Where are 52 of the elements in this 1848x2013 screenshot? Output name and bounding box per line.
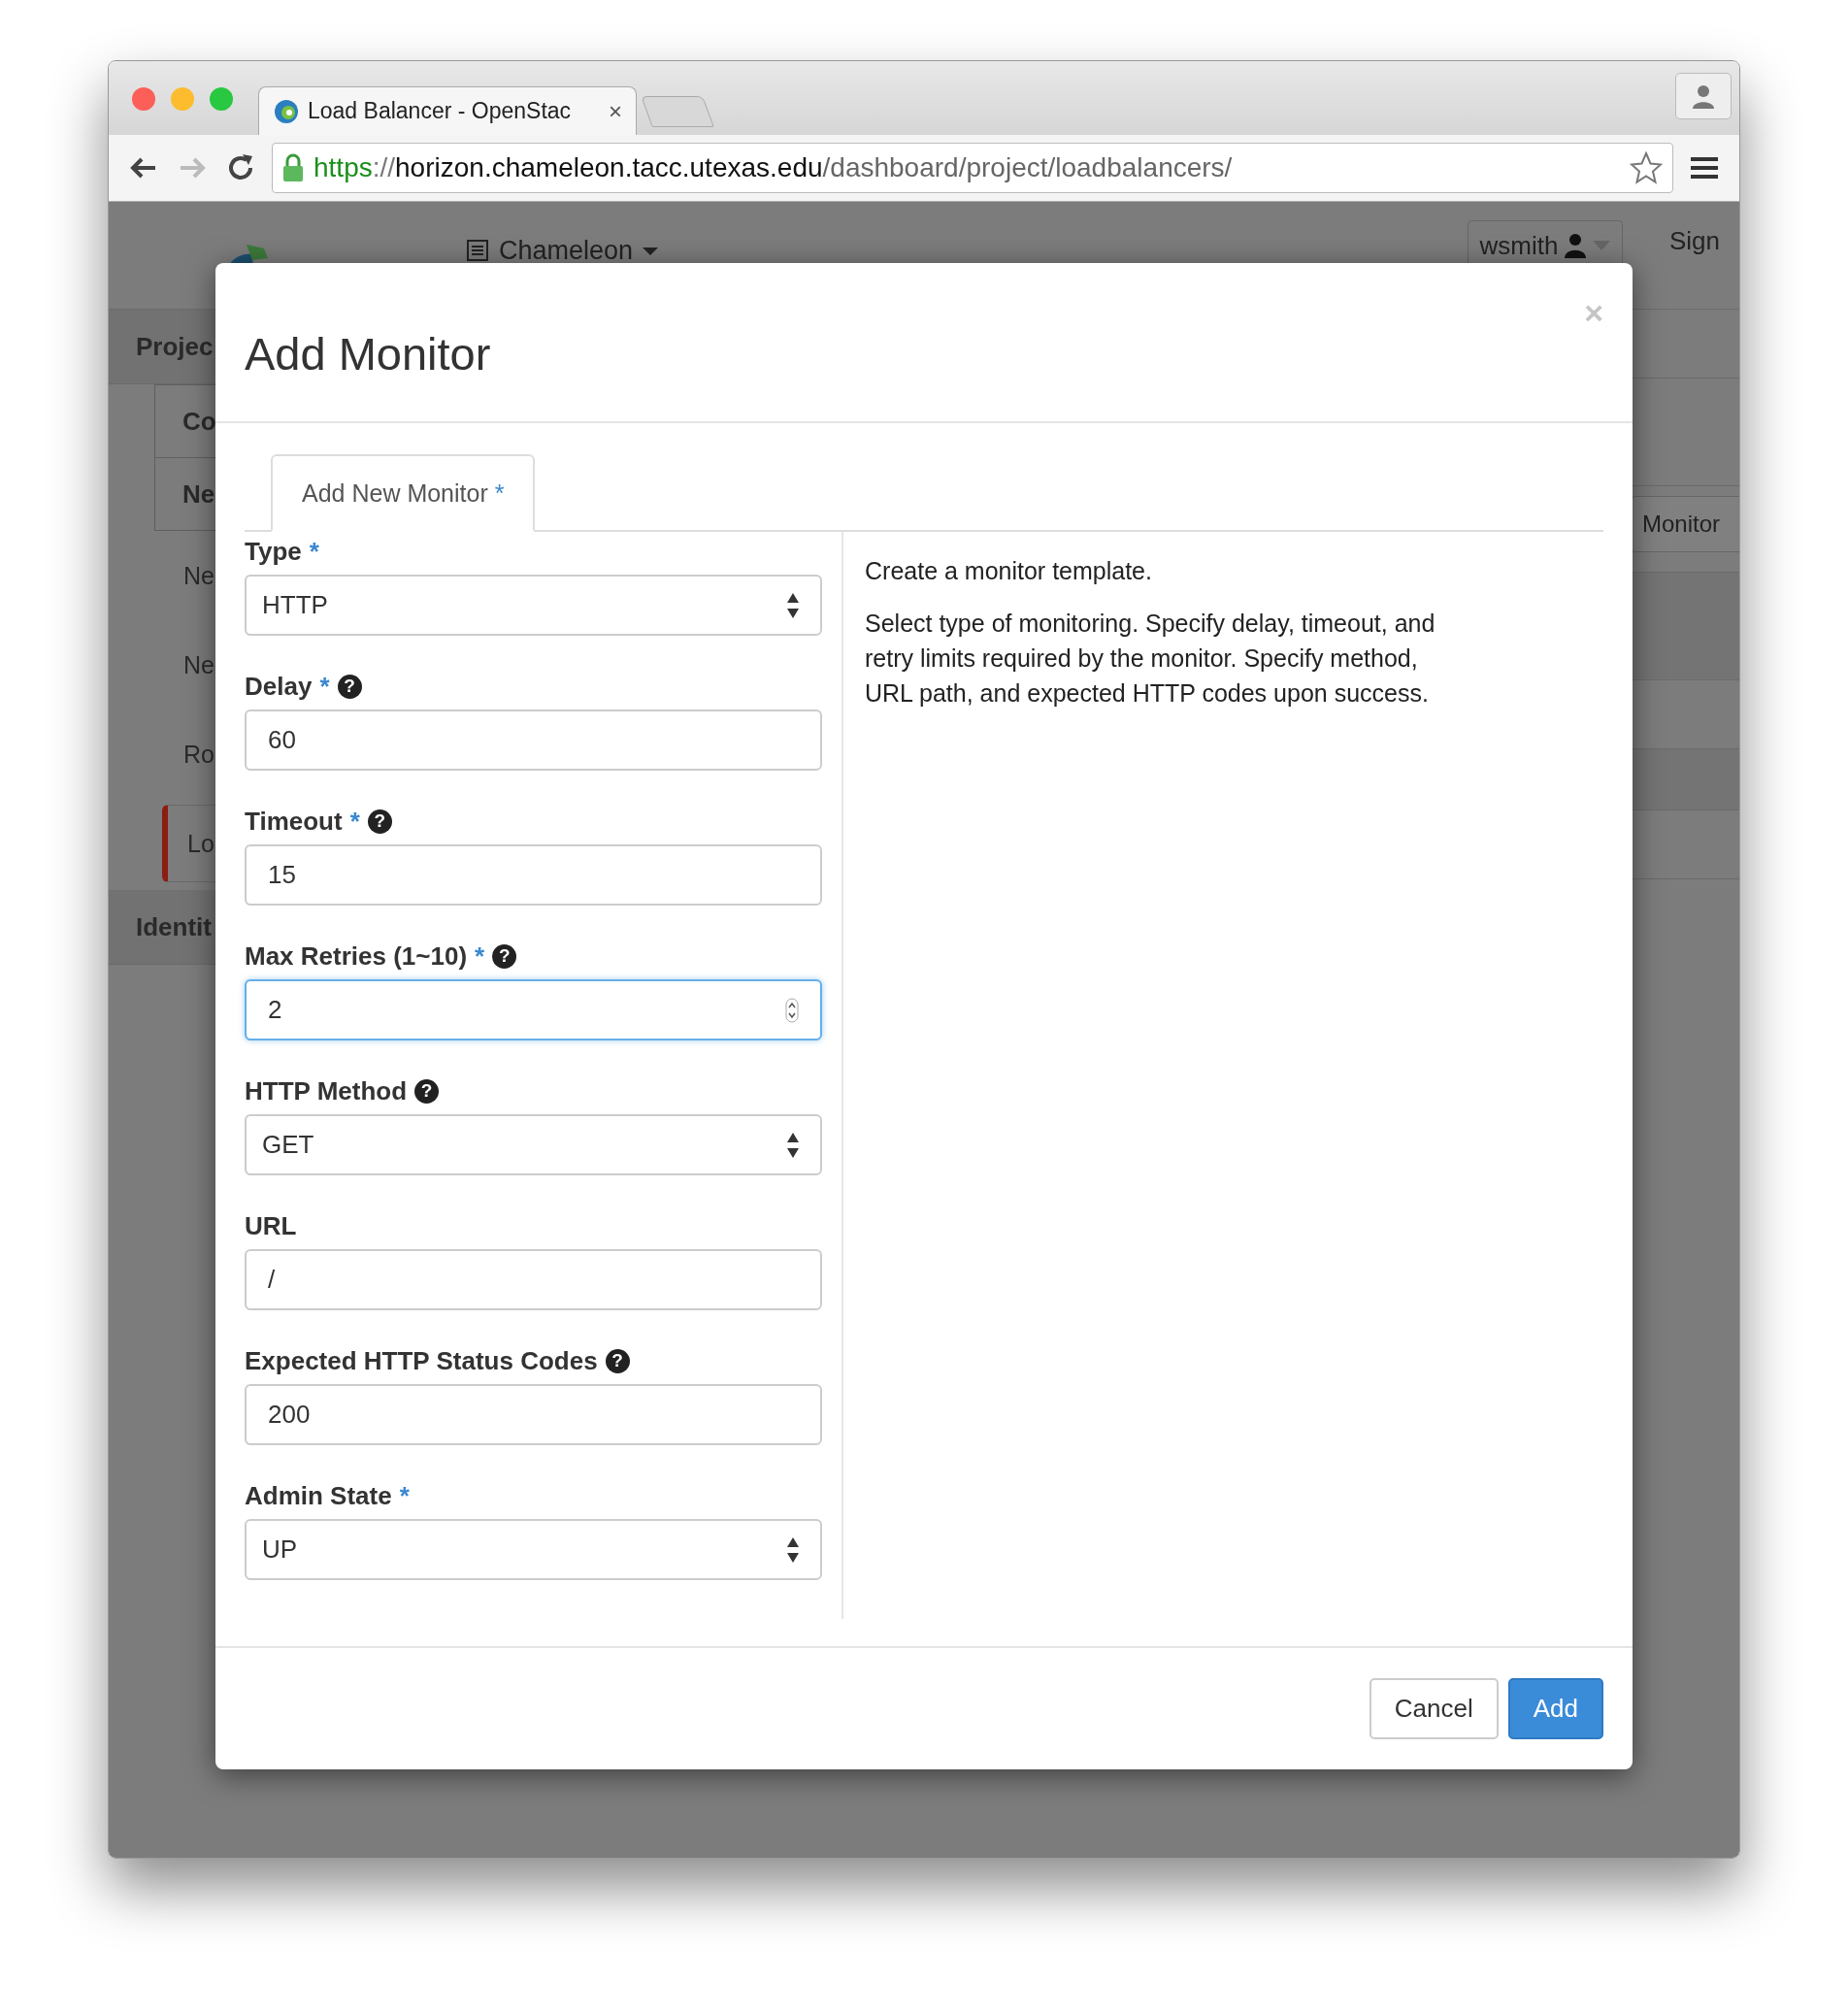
profile-button[interactable] [1675, 73, 1732, 119]
field-label: Type [245, 536, 302, 567]
select-field[interactable]: HTTP [245, 575, 822, 636]
help-icon[interactable]: ? [605, 1348, 630, 1373]
person-icon [1691, 83, 1716, 109]
browser-tab[interactable]: Load Balancer - OpenStac × [258, 86, 637, 135]
help-icon[interactable]: ? [367, 808, 392, 834]
cancel-button[interactable]: Cancel [1369, 1678, 1499, 1739]
close-window-button[interactable] [132, 87, 155, 111]
input-field[interactable]: 200 [245, 1384, 822, 1445]
help-icon[interactable]: ? [337, 674, 362, 699]
help-text: Select type of monitoring. Specify delay, timeout, and retry limits required by the monitor. Specify method, URL path, and expected HTTP codes upon success. [865, 609, 1436, 709]
select-field[interactable]: GET [245, 1114, 822, 1175]
field-label: URL [245, 1210, 297, 1241]
list-icon [466, 239, 489, 262]
required-mark: * [349, 806, 360, 837]
field-label: Delay [245, 671, 313, 702]
input-field[interactable]: 2 [245, 979, 822, 1040]
select-arrows-icon [787, 1536, 799, 1563]
input-field[interactable]: 60 [245, 710, 822, 771]
required-mark: * [309, 536, 319, 567]
caret-icon [643, 246, 659, 255]
field-label: Timeout [245, 806, 343, 837]
sign-out-link[interactable]: Sign [1669, 225, 1739, 256]
input-field[interactable]: / [245, 1249, 822, 1310]
form-tab[interactable]: Add New Monitor * [271, 454, 536, 532]
project-dropdown[interactable]: Chameleon [466, 235, 659, 266]
select-arrows-icon [787, 1132, 799, 1158]
select-arrows-icon [787, 592, 799, 618]
help-icon[interactable]: ? [414, 1078, 440, 1104]
help-icon[interactable]: ? [492, 943, 517, 969]
address-field[interactable]: https://horizon.chameleon.tacc.utexas.edu/dashboard/project/loadbalancers/ [272, 143, 1673, 193]
field-label: HTTP Method [245, 1075, 408, 1106]
field-label: Admin State [245, 1480, 392, 1511]
add-monitor-button[interactable]: Monitor [1632, 496, 1739, 552]
field-label: Expected HTTP Status Codes [245, 1345, 598, 1376]
required-mark: * [475, 940, 485, 972]
required-mark: * [399, 1480, 410, 1511]
star-icon[interactable] [1630, 151, 1663, 184]
modal-title: Add Monitor [245, 327, 491, 380]
person-icon [1564, 233, 1588, 258]
spinner-icon[interactable] [785, 997, 799, 1023]
caret-icon [1593, 241, 1611, 250]
help-text: Create a monitor template. [865, 556, 1153, 586]
required-mark: * [319, 671, 330, 702]
add-button[interactable]: Add [1507, 1678, 1603, 1739]
field-label: Max Retries (1~10) [245, 940, 468, 972]
tab-favicon [273, 97, 300, 125]
select-field[interactable]: UP [245, 1519, 822, 1580]
close-tab-button[interactable]: × [609, 97, 622, 125]
lock-icon [282, 153, 304, 182]
input-field[interactable]: 15 [245, 844, 822, 906]
